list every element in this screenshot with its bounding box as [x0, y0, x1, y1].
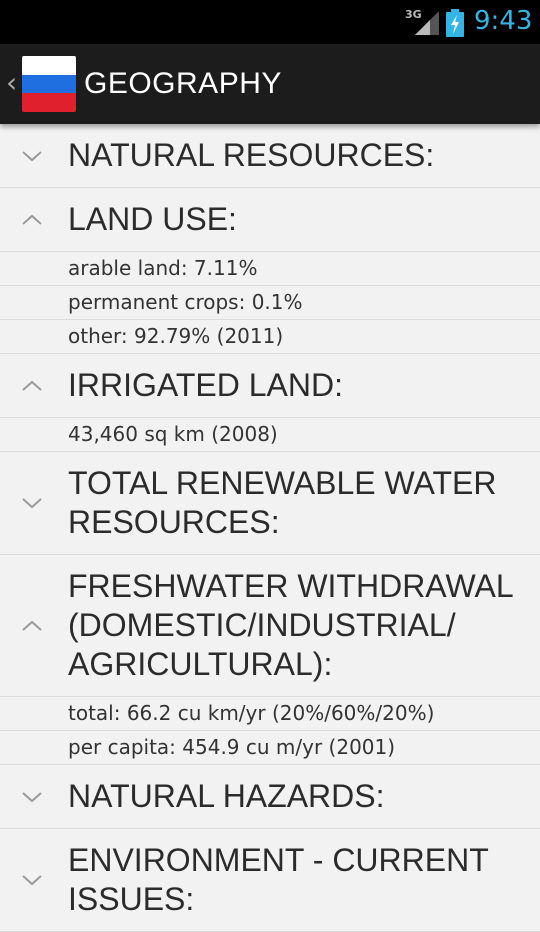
list-group-header[interactable]: TOTAL RENEWABLE WATER RESOURCES: [0, 452, 540, 555]
chevron-up-icon [22, 620, 42, 631]
list-item: per capita: 454.9 cu m/yr (2001) [0, 731, 540, 765]
list-group-header[interactable]: IRRIGATED LAND: [0, 354, 540, 418]
list-item: permanent crops: 0.1% [0, 286, 540, 320]
chevron-up-icon [22, 214, 42, 225]
chevron-down-icon [22, 791, 42, 802]
section-title: ENVIRONMENT - CURRENT ISSUES: [68, 842, 489, 917]
chevron-down-icon [22, 150, 42, 161]
expandable-list[interactable]: NATURAL RESOURCES: LAND USE: arable land: … [0, 124, 540, 932]
section-title: LAND USE: [68, 201, 237, 237]
status-bar: 3G 9:43 [0, 0, 540, 44]
back-chevron-icon[interactable]: ‹ [6, 66, 17, 99]
clock: 9:43 [474, 6, 533, 36]
flag-stripe-white [22, 56, 76, 75]
section-title: NATURAL HAZARDS: [68, 778, 385, 814]
signal-icon [415, 11, 439, 35]
russia-flag-icon[interactable] [22, 56, 76, 112]
battery-charging-icon [446, 9, 464, 37]
list-group-header[interactable]: FRESHWATER WITHDRAWAL (DOMESTIC/INDUSTRI… [0, 555, 540, 697]
list-group-header[interactable]: NATURAL HAZARDS: [0, 765, 540, 829]
action-bar: ‹ GEOGRAPHY [0, 44, 540, 124]
section-title: IRRIGATED LAND: [68, 367, 343, 403]
chevron-up-icon [22, 380, 42, 391]
list-group-header[interactable]: LAND USE: [0, 188, 540, 252]
flag-stripe-blue [22, 74, 76, 94]
list-item: other: 92.79% (2011) [0, 320, 540, 354]
section-title: TOTAL RENEWABLE WATER RESOURCES: [68, 465, 497, 540]
page-title: GEOGRAPHY [84, 67, 282, 100]
section-title: NATURAL RESOURCES: [68, 137, 435, 173]
chevron-down-icon [22, 498, 42, 509]
list-item: arable land: 7.11% [0, 252, 540, 286]
list-item: total: 66.2 cu km/yr (20%/60%/20%) [0, 697, 540, 731]
list-item: 43,460 sq km (2008) [0, 418, 540, 452]
flag-stripe-red [22, 93, 76, 112]
chevron-down-icon [22, 875, 42, 886]
list-group-header[interactable]: ENVIRONMENT - CURRENT ISSUES: [0, 829, 540, 932]
list-group-header[interactable]: NATURAL RESOURCES: [0, 124, 540, 188]
section-title: FRESHWATER WITHDRAWAL (DOMESTIC/INDUSTRI… [68, 568, 513, 682]
